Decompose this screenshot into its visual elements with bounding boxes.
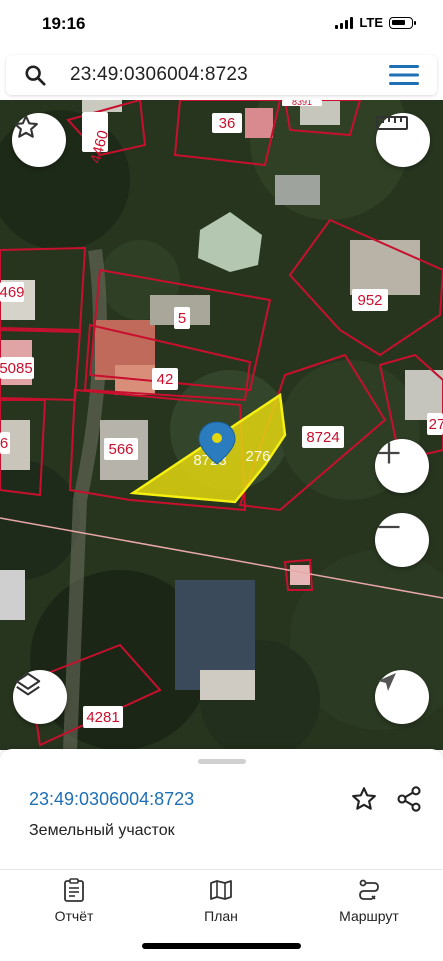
share-icon[interactable] bbox=[395, 785, 423, 813]
parcel-type: Земельный участок bbox=[29, 822, 175, 839]
ruler-icon bbox=[376, 116, 408, 130]
tab-report[interactable]: Отчёт bbox=[14, 878, 134, 924]
layers-button[interactable] bbox=[13, 670, 67, 724]
parcel-label-8391: 8391 bbox=[282, 100, 322, 107]
svg-text:5: 5 bbox=[178, 310, 186, 327]
parcel-label-4281: 4281 bbox=[83, 706, 123, 728]
tab-plan-label: План bbox=[204, 908, 238, 924]
layers-icon bbox=[15, 672, 41, 696]
search-bar[interactable]: 23:49:0306004:8723 bbox=[6, 55, 437, 95]
favorite-button[interactable] bbox=[12, 113, 66, 167]
star-icon bbox=[14, 115, 38, 138]
parcel-label-469: 469 bbox=[0, 282, 25, 302]
minus-icon bbox=[378, 525, 400, 529]
parcel-info-sheet[interactable]: 23:49:0306004:8723 Земельный участок bbox=[0, 749, 443, 869]
route-icon bbox=[359, 879, 379, 900]
signal-icon bbox=[335, 16, 354, 29]
map-view[interactable]: 4460 36 8391 469 952 5 42 5085 8724 566 … bbox=[0, 100, 443, 750]
clipboard-icon bbox=[64, 878, 84, 902]
svg-text:952: 952 bbox=[357, 292, 382, 309]
svg-text:6: 6 bbox=[0, 435, 8, 452]
svg-text:42: 42 bbox=[157, 371, 174, 388]
navigation-arrow-icon bbox=[378, 673, 396, 691]
parcel-label-8724: 8724 bbox=[302, 426, 344, 448]
svg-text:8724: 8724 bbox=[306, 429, 339, 446]
parcel-label-36: 36 bbox=[212, 113, 242, 133]
parcel-label-952: 952 bbox=[352, 289, 388, 311]
parcel-label-566: 566 bbox=[104, 438, 138, 460]
tab-route[interactable]: Маршрут bbox=[309, 878, 429, 924]
parcel-label-6: 6 bbox=[0, 432, 10, 454]
parcel-label-42: 42 bbox=[152, 368, 178, 390]
search-icon[interactable] bbox=[24, 64, 46, 86]
parcel-cadastral-number[interactable]: 23:49:0306004:8723 bbox=[29, 789, 194, 810]
svg-text:5085: 5085 bbox=[0, 360, 33, 377]
menu-icon[interactable] bbox=[389, 65, 419, 85]
svg-text:469: 469 bbox=[0, 284, 25, 301]
tab-report-label: Отчёт bbox=[54, 908, 94, 924]
ruler-button[interactable] bbox=[376, 113, 430, 167]
zoom-in-button[interactable] bbox=[375, 439, 429, 493]
svg-text:566: 566 bbox=[108, 441, 133, 458]
svg-text:8391: 8391 bbox=[292, 100, 312, 107]
svg-text:276: 276 bbox=[245, 448, 270, 465]
svg-text:4281: 4281 bbox=[86, 709, 119, 726]
parcel-label-5: 5 bbox=[174, 307, 190, 329]
sheet-drag-handle[interactable] bbox=[198, 759, 246, 764]
search-input[interactable]: 23:49:0306004:8723 bbox=[70, 64, 248, 86]
zoom-out-button[interactable] bbox=[375, 513, 429, 567]
status-time: 19:16 bbox=[42, 14, 86, 33]
home-indicator bbox=[142, 943, 301, 949]
network-label: LTE bbox=[359, 15, 383, 30]
parcel-label-27: 27 bbox=[427, 413, 443, 435]
svg-text:36: 36 bbox=[219, 115, 236, 132]
tab-route-label: Маршрут bbox=[339, 908, 399, 924]
satellite-map[interactable]: 4460 36 8391 469 952 5 42 5085 8724 566 … bbox=[0, 100, 443, 750]
my-location-button[interactable] bbox=[375, 670, 429, 724]
star-icon[interactable] bbox=[350, 785, 378, 813]
status-bar: 19:16 LTE bbox=[0, 0, 443, 48]
plus-icon bbox=[378, 442, 400, 464]
status-indicators: LTE bbox=[335, 15, 416, 30]
parcel-label-276: 276 bbox=[245, 448, 270, 465]
tab-plan[interactable]: План bbox=[161, 878, 281, 924]
parcel-label-5085: 5085 bbox=[0, 357, 34, 379]
map-icon bbox=[210, 880, 232, 900]
battery-icon bbox=[389, 16, 416, 29]
svg-text:27: 27 bbox=[429, 416, 443, 433]
